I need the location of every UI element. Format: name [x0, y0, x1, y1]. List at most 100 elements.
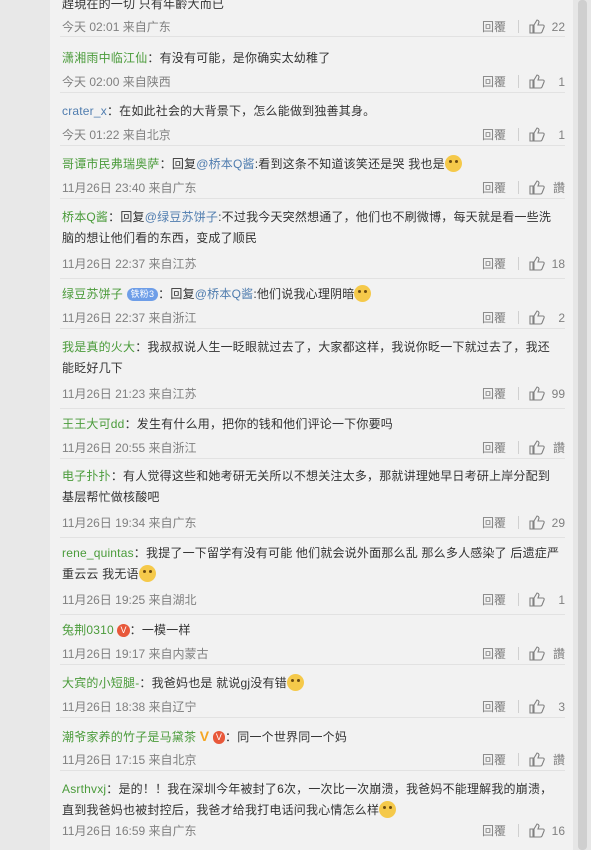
comment-username[interactable]: 哥谭市民弗瑞奥萨 [62, 157, 160, 171]
thumbs-up-icon[interactable] [529, 515, 545, 530]
thumbs-up-icon[interactable] [529, 256, 545, 271]
reply-button[interactable]: 回覆 [482, 309, 512, 326]
comment-text: crater_x：在如此社会的大背景下，怎么能做到独善其身。 [62, 104, 376, 118]
reply-button[interactable]: 回覆 [482, 73, 512, 90]
like-count: 2 [558, 310, 565, 325]
comment-username[interactable]: 我是真的火大 [62, 340, 135, 354]
reply-button[interactable]: 回覆 [482, 385, 512, 402]
level-badge: V [117, 624, 130, 637]
comment-actions: 回覆 3 [482, 698, 565, 715]
comment-item: 潇湘雨中临江仙：有没有可能，是你确实太幼稚了 今天 02:00 来自陕西 回覆 … [60, 44, 565, 93]
reply-button[interactable]: 回覆 [482, 179, 512, 196]
reply-button[interactable]: 回覆 [482, 751, 512, 768]
level-badge: V [212, 731, 226, 744]
divider [518, 311, 519, 324]
comment-username[interactable]: 电子扑扑 [62, 469, 111, 483]
comment-username[interactable]: 潇湘雨中临江仙 [62, 51, 147, 65]
thumbs-up-icon[interactable] [529, 699, 545, 714]
comment-username[interactable]: 桥本Q酱 [62, 210, 108, 224]
reply-button[interactable]: 回覆 [482, 645, 512, 662]
thumbs-up-icon[interactable] [529, 386, 545, 401]
mention-link[interactable]: @桥本Q酱 [196, 157, 255, 171]
thumbs-up-icon[interactable] [529, 646, 545, 661]
like-count: 讚 [552, 647, 565, 661]
comment-meta: 11月26日 16:59 来自广东 [62, 824, 197, 838]
comment-meta: 11月26日 19:17 来自内蒙古 [62, 647, 209, 661]
thumbs-up-icon[interactable] [529, 19, 545, 34]
comment-text: rene_quintas：我提了一下留学有没有可能 他们就会说外面那么乱 那么多… [62, 546, 560, 582]
divider [518, 181, 519, 194]
mention-link[interactable]: @绿豆苏饼子 [145, 210, 218, 224]
divider [518, 441, 519, 454]
comment-body: 我爸妈也是 就说gj没有错 [151, 676, 287, 690]
thumbs-up-icon[interactable] [529, 592, 545, 607]
reply-button[interactable]: 回覆 [482, 514, 512, 531]
comment-actions: 回覆 2 [482, 309, 565, 326]
thumbs-up-icon[interactable] [529, 180, 545, 195]
reply-button[interactable]: 回覆 [482, 698, 512, 715]
comment-text: 桥本Q酱：回复@绿豆苏饼子:不过我今天突然想通了，他们也不刷微博，每天就是看一些… [62, 210, 552, 245]
comment-username[interactable]: rene_quintas [62, 546, 134, 560]
comment-text: 王王大可dd：发生有什么用，把你的钱和他们评论一下你要吗 [62, 417, 393, 431]
comment-username[interactable]: crater_x [62, 104, 107, 118]
reply-button[interactable]: 回覆 [482, 126, 512, 143]
comment-body: 在如此社会的大背景下，怎么能做到独善其身。 [119, 104, 376, 118]
comment-actions: 回覆 讚 [482, 645, 565, 662]
reply-prefix: 回复 [171, 157, 197, 171]
scrollbar-thumb[interactable] [578, 0, 587, 850]
divider [518, 753, 519, 766]
like-count: 1 [558, 592, 565, 607]
comment-actions: 回覆 1 [482, 126, 565, 143]
comment-body: 发生有什么用，把你的钱和他们评论一下你要吗 [136, 417, 393, 431]
comment-username[interactable]: 潮爷家养的竹子是马黛茶 [62, 730, 196, 744]
reply-prefix: 回复 [170, 287, 195, 301]
thumbs-up-icon[interactable] [529, 127, 545, 142]
thumbs-up-icon[interactable] [529, 440, 545, 455]
comment-actions: 回覆 1 [482, 73, 565, 90]
sweat-smile-emoji-icon [444, 155, 462, 172]
comment-actions: 回覆 1 [482, 591, 565, 608]
thumbs-up-icon[interactable] [529, 310, 545, 325]
comment-meta: 11月26日 21:23 来自江苏 [62, 387, 197, 401]
comment-username[interactable]: 兔荆0310 [62, 623, 114, 637]
comment-actions: 回覆 18 [482, 255, 565, 272]
comment-item: 哥谭市民弗瑞奥萨：回复@桥本Q酱:看到这条不知道该笑还是哭 我也是 11月26日… [60, 150, 565, 199]
comment-text: 潮爷家养的竹子是马黛茶 V V ：同一个世界同一个妈 [62, 728, 348, 744]
comment-body: 是的！！我在深圳今年被封了6次，一次比一次崩溃，我爸妈不能理解我的崩溃，直到我爸… [62, 782, 553, 817]
reply-button[interactable]: 回覆 [482, 255, 512, 272]
reply-button[interactable]: 回覆 [482, 18, 512, 35]
divider [518, 824, 519, 837]
reply-button[interactable]: 回覆 [482, 822, 512, 839]
comment-text: 我是真的火大：我叔叔说人生一眨眼就过去了，大家都这样，我说你眨一下就过去了，我还… [62, 340, 551, 375]
comment-body: 一模一样 [141, 623, 191, 637]
comment-text: 哥谭市民弗瑞奥萨：回复@桥本Q酱:看到这条不知道该笑还是哭 我也是 [62, 154, 562, 175]
thumbs-up-icon[interactable] [529, 823, 545, 838]
comment-actions: 回覆 讚 [482, 751, 565, 768]
thumbs-up-icon[interactable] [529, 74, 545, 89]
reply-button[interactable]: 回覆 [482, 591, 512, 608]
like-count: 3 [558, 699, 565, 714]
comment-item: Asrthvxj：是的！！我在深圳今年被封了6次，一次比一次崩溃，我爸妈不能理解… [60, 775, 565, 850]
like-count: 讚 [552, 181, 565, 195]
like-count: 1 [558, 74, 565, 89]
comment-meta: 11月26日 19:25 来自湖北 [62, 593, 197, 607]
comment-item: 我是真的火大：我叔叔说人生一眨眼就过去了，大家都这样，我说你眨一下就过去了，我还… [60, 333, 565, 409]
divider [518, 257, 519, 270]
comment-body: 我提了一下留学有没有可能 他们就会说外面那么乱 那么多人感染了 后遗症严重云云 … [62, 546, 560, 581]
comment-username[interactable]: 王王大可dd [62, 417, 125, 431]
comment-body: 有没有可能，是你确实太幼稚了 [159, 51, 331, 65]
comment-body: 有人觉得这些和她考研无关所以不想关注太多，那就讲理她早日考研上岸分配到基层帮忙做… [62, 469, 551, 504]
mention-link[interactable]: @桥本Q酱 [195, 287, 254, 301]
thumbs-up-icon[interactable] [529, 752, 545, 767]
comment-username[interactable]: 绿豆苏饼子 [62, 287, 123, 301]
comment-text: 大宾的小短腿-：我爸妈也是 就说gj没有错 [62, 673, 562, 694]
comment-username[interactable]: Asrthvxj [62, 782, 106, 796]
comment-username[interactable]: 大宾的小短腿- [62, 676, 139, 690]
like-count: 16 [551, 823, 565, 838]
comment-meta: 11月26日 18:38 来自辽宁 [62, 700, 197, 714]
reply-button[interactable]: 回覆 [482, 439, 512, 456]
comment-body: :看到这条不知道该笑还是哭 我也是 [254, 157, 445, 171]
divider [518, 75, 519, 88]
comment-text: 趕現在的一切 只有年齡大而已 [62, 0, 225, 11]
comment-text: Asrthvxj：是的！！我在深圳今年被封了6次，一次比一次崩溃，我爸妈不能理解… [62, 782, 553, 818]
